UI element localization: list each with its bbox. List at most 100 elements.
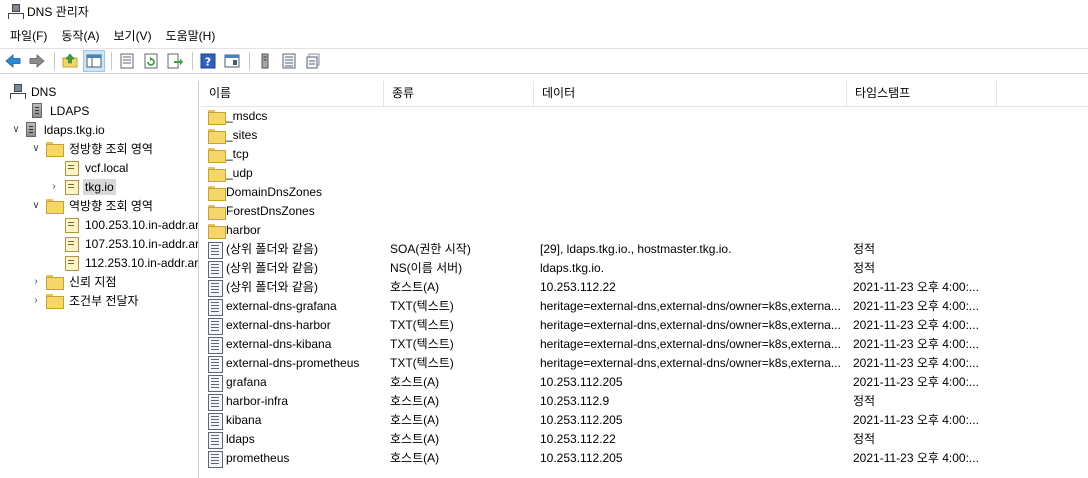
- chevron-down-icon[interactable]: ∨: [10, 124, 22, 136]
- column-header-name[interactable]: 이름: [201, 81, 384, 106]
- list-item-folder[interactable]: _udp: [201, 164, 1088, 183]
- list-item-folder[interactable]: ForestDnsZones: [201, 202, 1088, 221]
- tree-node-ldaps[interactable]: LDAPS: [32, 101, 91, 120]
- server-button[interactable]: [254, 50, 276, 72]
- refresh-button[interactable]: [140, 50, 162, 72]
- tree-node-label: 역방향 조회 영역: [69, 199, 153, 213]
- tree-node-dns[interactable]: DNS: [10, 82, 58, 101]
- menu-file[interactable]: 파일(F): [4, 25, 53, 46]
- list-item-folder[interactable]: _tcp: [201, 145, 1088, 164]
- copy-button[interactable]: [302, 50, 324, 72]
- record-list: 이름 종류 데이터 타임스탬프 _msdcs _sites _tcp _udp Doma…: [201, 81, 1088, 478]
- record-icon: [208, 374, 223, 392]
- cell-name: prometheus: [208, 449, 386, 468]
- menu-view[interactable]: 보기(V): [107, 25, 157, 46]
- table-row[interactable]: external-dns-grafana TXT(텍스트) heritage=ext…: [201, 297, 1088, 316]
- export-list-button[interactable]: [164, 50, 186, 72]
- folder-icon: [208, 129, 226, 144]
- record-name: harbor-infra: [226, 394, 289, 408]
- tree-node-reverse-zone[interactable]: 100.253.10.in-addr.arpa: [64, 215, 198, 234]
- cell-name: _sites: [208, 126, 386, 145]
- table-row[interactable]: external-dns-harbor TXT(텍스트) heritage=exte…: [201, 316, 1088, 335]
- chevron-down-icon[interactable]: ∨: [30, 143, 42, 155]
- toolbar-separator: [111, 52, 112, 70]
- properties-button[interactable]: [116, 50, 138, 72]
- record-type: 호스트(A): [390, 394, 440, 408]
- column-header-data[interactable]: 데이터: [534, 81, 847, 106]
- record-icon: [208, 393, 223, 411]
- window-title: DNS 관리자: [27, 4, 89, 19]
- tree-node-reverse-zone[interactable]: 107.253.10.in-addr.arpa: [64, 234, 198, 253]
- table-row[interactable]: ldaps 호스트(A) 10.253.112.22 정적: [201, 430, 1088, 449]
- record-data: ldaps.tkg.io.: [540, 261, 605, 275]
- column-header-type[interactable]: 종류: [384, 81, 534, 106]
- record-icon: [208, 241, 223, 259]
- menu-action[interactable]: 동작(A): [55, 25, 105, 46]
- record-type: TXT(텍스트): [390, 356, 454, 370]
- chevron-right-icon[interactable]: ›: [30, 276, 42, 288]
- record-name: (상위 폴더와 같음): [226, 261, 318, 275]
- record-type: 호스트(A): [390, 451, 440, 465]
- tree-node-vcf-local[interactable]: vcf.local: [64, 158, 130, 177]
- cell-name: (상위 폴더와 같음): [208, 259, 386, 278]
- tree-node-reverse-zone[interactable]: 112.253.10.in-addr.arpa: [64, 253, 198, 272]
- folder-icon: [46, 275, 64, 290]
- dns-icon: [10, 84, 26, 99]
- table-row[interactable]: grafana 호스트(A) 10.253.112.205 2021-11-23 오후…: [201, 373, 1088, 392]
- dns-manager-icon: [8, 3, 24, 19]
- list-item-folder[interactable]: _msdcs: [201, 107, 1088, 126]
- list-item-folder[interactable]: DomainDnsZones: [201, 183, 1088, 202]
- zone-icon: [64, 217, 79, 233]
- table-row[interactable]: external-dns-prometheus TXT(텍스트) heritage=…: [201, 354, 1088, 373]
- back-button[interactable]: [2, 50, 24, 72]
- record-timestamp: 2021-11-23 오후 4:00:...: [853, 280, 979, 294]
- cell-name: _tcp: [208, 145, 386, 164]
- table-row[interactable]: harbor-infra 호스트(A) 10.253.112.9 정적: [201, 392, 1088, 411]
- record-type: TXT(텍스트): [390, 318, 454, 332]
- chevron-down-icon[interactable]: ∨: [30, 200, 42, 212]
- cell-name: external-dns-prometheus: [208, 354, 386, 373]
- toolbar-separator: [192, 52, 193, 70]
- chevron-right-icon[interactable]: ›: [48, 181, 60, 193]
- record-name: kibana: [226, 413, 262, 427]
- record-type: 호스트(A): [390, 432, 440, 446]
- table-row[interactable]: kibana 호스트(A) 10.253.112.205 2021-11-23 오후 …: [201, 411, 1088, 430]
- tree-node-reverse-zones[interactable]: ∨ 역방향 조회 영역: [30, 196, 155, 215]
- refresh-icon: [144, 53, 158, 69]
- records-icon: [282, 53, 296, 69]
- tree-node-trust-points[interactable]: › 신뢰 지점: [30, 272, 119, 291]
- menu-help[interactable]: 도움말(H): [160, 25, 222, 46]
- cell-name: grafana: [208, 373, 386, 392]
- list-item-folder[interactable]: harbor: [201, 221, 1088, 240]
- record-name: ldaps: [226, 432, 255, 446]
- record-type: SOA(권한 시작): [390, 242, 471, 256]
- tree-node-conditional-forwarders[interactable]: › 조건부 전달자: [30, 291, 141, 310]
- record-timestamp: 정적: [853, 242, 876, 256]
- forward-button[interactable]: [26, 50, 48, 72]
- server-icon: [261, 53, 269, 69]
- column-header-timestamp[interactable]: 타임스탬프: [847, 81, 997, 106]
- table-row[interactable]: (상위 폴더와 같음) 호스트(A) 10.253.112.22 2021-11-23…: [201, 278, 1088, 297]
- show-hide-console-tree-button[interactable]: [83, 50, 105, 72]
- console-button[interactable]: [221, 50, 243, 72]
- tree-node-label: ldaps.tkg.io: [44, 122, 105, 137]
- tree-node-ldaps-tkg-io[interactable]: ∨ ldaps.tkg.io: [10, 120, 107, 139]
- record-name: grafana: [226, 375, 267, 389]
- properties-icon: [120, 53, 134, 69]
- tree-node-tkg-io[interactable]: › tkg.io: [48, 177, 116, 196]
- table-row[interactable]: external-dns-kibana TXT(텍스트) heritage=exte…: [201, 335, 1088, 354]
- chevron-right-icon[interactable]: ›: [30, 295, 42, 307]
- table-row[interactable]: (상위 폴더와 같음) NS(이름 서버) ldaps.tkg.io. 정적: [201, 259, 1088, 278]
- cell-name: (상위 폴더와 같음): [208, 240, 386, 259]
- help-button[interactable]: ?: [197, 50, 219, 72]
- table-row[interactable]: (상위 폴더와 같음) SOA(권한 시작) [29], ldaps.tkg.io.…: [201, 240, 1088, 259]
- menu-bar: 파일(F) 동작(A) 보기(V) 도움말(H): [0, 24, 1088, 46]
- up-one-level-button[interactable]: [59, 50, 81, 72]
- tree-node-forward-zones[interactable]: ∨ 정방향 조회 영역: [30, 139, 155, 158]
- table-row[interactable]: prometheus 호스트(A) 10.253.112.205 2021-11-23…: [201, 449, 1088, 468]
- records-button[interactable]: [278, 50, 300, 72]
- folder-name: ForestDnsZones: [226, 204, 315, 218]
- list-item-folder[interactable]: _sites: [201, 126, 1088, 145]
- record-icon: [208, 298, 223, 316]
- record-data: heritage=external-dns,external-dns/owner…: [540, 299, 841, 313]
